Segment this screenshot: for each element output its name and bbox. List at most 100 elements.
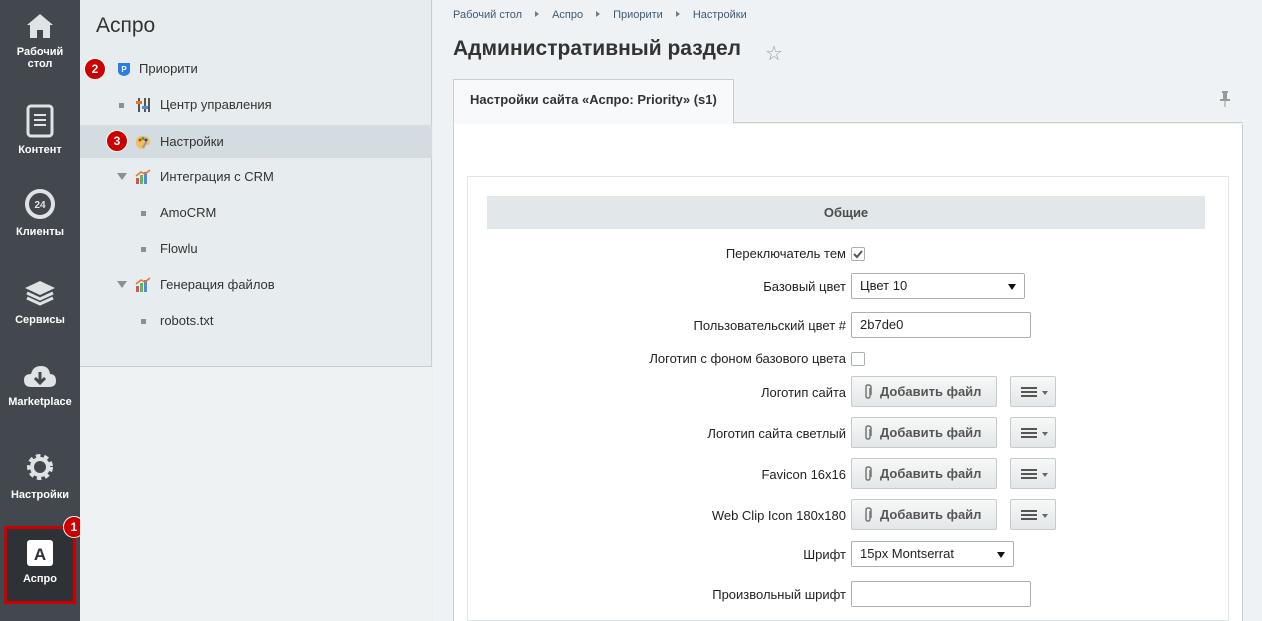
file-row-label: Логотип сайта <box>760 385 846 400</box>
svg-text:A: A <box>34 545 46 564</box>
nav-desktop-label: Рабочий стол <box>16 46 64 70</box>
checkmark-icon <box>853 250 863 259</box>
nav-content[interactable]: Контент <box>0 104 80 156</box>
bullet-icon <box>141 247 146 252</box>
chevron-down-icon <box>1042 514 1048 518</box>
bullet-icon <box>141 211 146 216</box>
paperclip-icon <box>865 507 872 522</box>
nav-desktop[interactable]: Рабочий стол <box>0 12 80 70</box>
file-menu-button[interactable] <box>1010 417 1056 448</box>
paperclip-icon <box>865 425 872 440</box>
layers-icon <box>25 281 55 306</box>
menu-item-file-generation[interactable]: Генерация файлов <box>80 268 432 301</box>
file-row-label: Favicon 16x16 <box>761 467 846 482</box>
menu-empty-area <box>80 367 432 621</box>
theme-switch-checkbox[interactable] <box>851 247 865 261</box>
breadcrumb-desktop[interactable]: Рабочий стол <box>453 9 522 21</box>
base-color-select[interactable]: Цвет 10 <box>851 273 1025 299</box>
menu-item-settings[interactable]: 3 Настройки <box>80 125 432 158</box>
add-file-label: Добавить файл <box>880 384 982 399</box>
section-heading: Общие <box>487 196 1205 229</box>
hamburger-icon <box>1021 469 1037 479</box>
clock-24-icon: 24 <box>25 189 55 219</box>
nav-services-label: Сервисы <box>15 314 65 326</box>
menu-item-flowlu[interactable]: Flowlu <box>80 232 432 265</box>
palette-icon <box>136 136 150 149</box>
star-icon[interactable]: ☆ <box>765 41 783 66</box>
chevron-down-icon <box>1042 432 1048 436</box>
breadcrumb-arrow-icon <box>596 11 601 17</box>
document-icon <box>26 104 54 138</box>
menu-item-file-generation-label: Генерация файлов <box>160 277 275 292</box>
logo-bg-label: Логотип с фоном базового цвета <box>649 351 846 366</box>
breadcrumb-settings[interactable]: Настройки <box>693 9 747 21</box>
chevron-down-icon <box>1042 473 1048 477</box>
nav-settings[interactable]: Настройки <box>0 451 80 501</box>
aspro-menu-panel: Аспро 2 P Приорити Центр управления 3 На… <box>80 0 432 621</box>
add-file-label: Добавить файл <box>880 466 982 481</box>
breadcrumb-priority[interactable]: Приорити <box>613 9 663 21</box>
gear-icon <box>27 454 53 480</box>
file-menu-button[interactable] <box>1010 458 1056 489</box>
expand-triangle-icon[interactable] <box>117 173 127 180</box>
menu-item-control-center[interactable]: Центр управления <box>80 88 432 121</box>
nav-marketplace-label: Marketplace <box>8 396 72 408</box>
menu-item-crm-integration-label: Интеграция с CRM <box>160 169 274 184</box>
step-badge-2: 2 <box>84 58 106 80</box>
font-select[interactable]: 15px Montserrat <box>851 541 1014 567</box>
left-navigation: Рабочий стол Контент 24 Клиенты Сервисы … <box>0 0 85 621</box>
menu-item-settings-label: Настройки <box>160 134 224 149</box>
hamburger-icon <box>1021 387 1037 397</box>
expand-triangle-icon[interactable] <box>117 281 127 288</box>
chart-icon <box>135 277 151 292</box>
tab-content: Общие Переключатель тем Базовый цвет Цве… <box>453 124 1243 621</box>
nav-services[interactable]: Сервисы <box>0 278 80 326</box>
breadcrumb-arrow-icon <box>535 11 540 17</box>
menu-item-robots-label: robots.txt <box>160 313 214 328</box>
svg-text:24: 24 <box>34 200 46 211</box>
file-menu-button[interactable] <box>1010 499 1056 530</box>
cloud-download-icon <box>24 366 56 387</box>
breadcrumb-arrow-icon <box>675 11 680 17</box>
logo-bg-checkbox[interactable] <box>851 352 865 366</box>
step-badge-3: 3 <box>106 130 128 152</box>
settings-panel: Общие Переключатель тем Базовый цвет Цве… <box>467 176 1229 621</box>
tab-bar: Настройки сайта «Аспро: Priority» (s1) <box>453 79 1243 124</box>
home-icon <box>27 14 53 38</box>
custom-font-label: Произвольный шрифт <box>712 587 846 602</box>
tab-site-settings[interactable]: Настройки сайта «Аспро: Priority» (s1) <box>453 79 734 124</box>
menu-title: Аспро <box>96 14 156 37</box>
file-menu-button[interactable] <box>1010 376 1056 407</box>
menu-item-priority[interactable]: 2 P Приорити <box>80 52 432 85</box>
menu-item-amocrm-label: AmoCRM <box>160 205 217 220</box>
base-color-value: Цвет 10 <box>860 278 908 293</box>
menu-item-flowlu-label: Flowlu <box>160 241 198 256</box>
custom-font-input[interactable] <box>851 581 1031 607</box>
custom-color-input[interactable]: 2b7de0 <box>851 312 1031 338</box>
svg-text:P: P <box>121 65 127 74</box>
add-file-button[interactable]: Добавить файл <box>851 458 997 489</box>
menu-item-priority-label: Приорити <box>139 61 198 76</box>
add-file-button[interactable]: Добавить файл <box>851 376 997 407</box>
chart-icon <box>135 169 151 184</box>
custom-color-label: Пользовательский цвет # <box>693 318 846 333</box>
menu-item-amocrm[interactable]: AmoCRM <box>80 196 432 229</box>
aspro-a-icon: A <box>27 540 53 566</box>
menu-item-robots[interactable]: robots.txt <box>80 304 432 337</box>
breadcrumb: Рабочий стол Аспро Приорити Настройки <box>453 9 747 21</box>
nav-marketplace[interactable]: Marketplace <box>0 364 80 408</box>
hamburger-icon <box>1021 510 1037 520</box>
bullet-icon <box>141 319 146 324</box>
page-title: Административный раздел <box>453 37 742 60</box>
add-file-button[interactable]: Добавить файл <box>851 417 997 448</box>
menu-item-crm-integration[interactable]: Интеграция с CRM <box>80 160 432 193</box>
breadcrumb-aspro[interactable]: Аспро <box>552 9 583 21</box>
nav-settings-label: Настройки <box>10 489 70 501</box>
nav-clients-label: Клиенты <box>15 226 64 238</box>
pin-icon[interactable] <box>1219 90 1231 108</box>
add-file-button[interactable]: Добавить файл <box>851 499 997 530</box>
sliders-icon <box>136 98 150 112</box>
nav-aspro[interactable]: A Аспро <box>4 526 76 604</box>
bullet-icon <box>119 103 124 108</box>
nav-clients[interactable]: 24 Клиенты <box>0 188 80 238</box>
